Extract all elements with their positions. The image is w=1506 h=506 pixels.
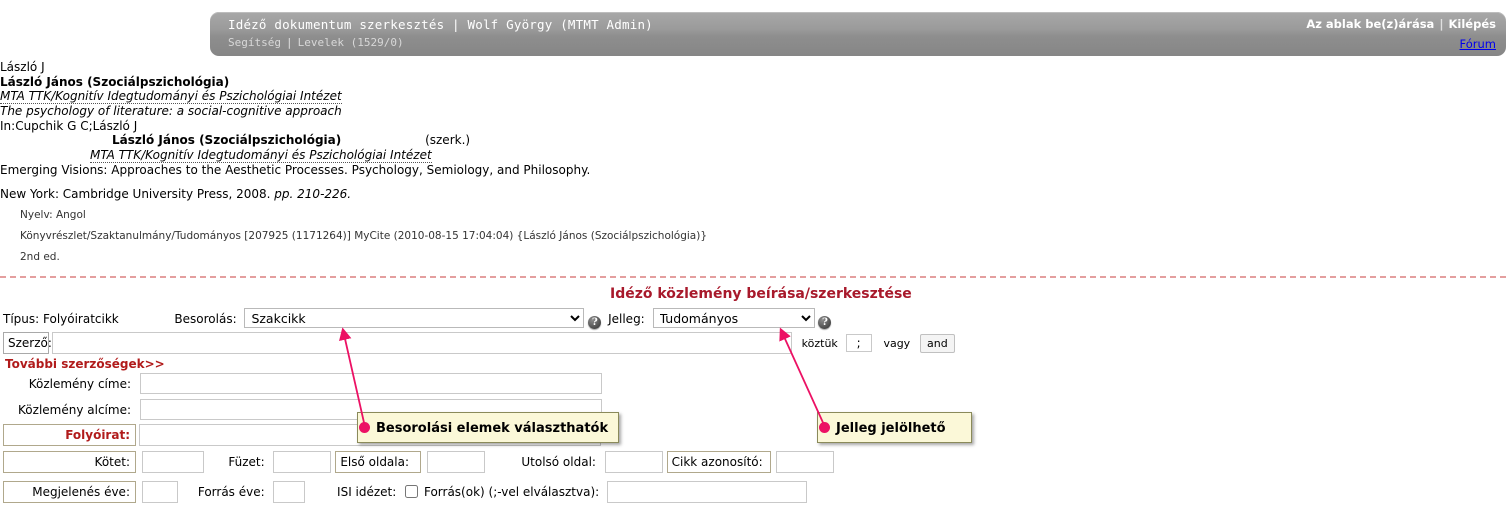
besorolas-label: Besorolás: — [174, 312, 237, 326]
utolso-oldal-input[interactable] — [604, 451, 663, 473]
callout-anchor-dot-jelleg — [819, 422, 830, 433]
close-window-link[interactable]: Az ablak be(z)árása — [1306, 17, 1434, 31]
header-account-actions: Az ablak be(z)árása | Kilépés — [1306, 17, 1496, 31]
megjelenes-eve-input[interactable] — [141, 481, 178, 503]
forum-link-wrap: Fórum — [1460, 37, 1496, 51]
folyoirat-label: Folyóirat: — [3, 424, 136, 446]
citation-in-authors: In:Cupchik G C;László J — [0, 118, 138, 133]
citation-editor-affiliation: MTA TTK/Kognitív Idegtudományi és Pszich… — [90, 147, 432, 163]
kozlemeny-cime-input[interactable] — [139, 373, 602, 394]
kozlemeny-cime-label: Közlemény címe: — [28, 376, 131, 391]
citation-editor-role: (szerk.) — [425, 133, 471, 148]
citation-affiliation: MTA TTK/Kognitív Idegtudományi és Pszich… — [0, 89, 342, 105]
forras-eve-label: Forrás éve: — [197, 485, 265, 499]
citation-title: The psychology of literature: a social-c… — [0, 104, 342, 119]
citation-author-short: László J — [0, 60, 45, 74]
messages-link[interactable]: Levelek (1529/0) — [298, 36, 404, 49]
koztuk-label: köztük — [801, 337, 838, 350]
isi-idezet-checkbox[interactable] — [405, 485, 419, 498]
callout-anchor-dot-besorolas — [359, 422, 370, 433]
forras-eve-input[interactable] — [273, 481, 306, 503]
vagy-label: vagy — [883, 337, 911, 350]
citation-edition: 2nd ed. — [20, 251, 60, 264]
kotet-input[interactable] — [141, 451, 204, 473]
besorolas-select[interactable]: Szakcikk — [244, 308, 585, 328]
citation-metadata: Könyvrészlet/Szaktanulmány/Tudományos [2… — [20, 230, 708, 243]
citation-record: László J László János (Szociálpszichológ… — [0, 60, 900, 268]
callout-besorolas: Besorolási elemek választhatók — [357, 412, 619, 443]
help-link[interactable]: Segítség — [228, 36, 281, 49]
citation-editor-name: László János (Szociálpszichológia) — [112, 133, 342, 148]
utolso-oldal-label: Utolsó oldal: — [521, 455, 596, 469]
elso-oldala-input[interactable] — [427, 451, 486, 473]
section-divider — [0, 276, 1506, 278]
cikk-azonosito-input[interactable] — [776, 451, 835, 473]
fuzet-label: Füzet: — [228, 455, 265, 469]
isi-idezet-label: ISI idézet: — [337, 485, 397, 499]
citation-book-title: Emerging Visions: Approaches to the Aest… — [0, 162, 591, 177]
elso-oldala-label: Első oldala: — [335, 451, 422, 473]
kozlemeny-alcime-label: Közlemény alcíme: — [18, 402, 131, 417]
callout-jelleg: Jelleg jelölhető — [817, 412, 972, 443]
and-button[interactable]: and — [920, 334, 955, 353]
header-separator-2: | — [1439, 17, 1444, 31]
citation-author-full: László János (Szociálpszichológia) — [0, 74, 230, 89]
cikk-azonosito-label: Cikk azonosító: — [666, 451, 771, 473]
besorolas-help-icon[interactable]: ? — [588, 316, 602, 329]
header-secondary-nav: Segítség | Levelek (1529/0) — [228, 36, 404, 49]
forrasok-label: Forrás(ok) (;-vel elválasztva): — [423, 485, 600, 499]
megjelenes-eve-label: Megjelenés éve: — [3, 481, 136, 503]
citation-pages: pp. 210-226. — [274, 186, 352, 201]
fuzet-input[interactable] — [273, 451, 332, 473]
forrasok-input[interactable] — [607, 481, 808, 503]
citation-language-label: Nyelv: — [20, 209, 53, 222]
form-section-title: Idéző közlemény beírása/szerkesztése — [610, 286, 912, 302]
kotet-label: Kötet: — [3, 451, 136, 473]
citation-publisher: New York: Cambridge University Press, 20… — [0, 186, 271, 201]
further-authorships-link[interactable]: További szerzőségek>> — [5, 357, 165, 371]
logout-link[interactable]: Kilépés — [1449, 17, 1496, 31]
koztuk-separator-input[interactable] — [845, 334, 872, 352]
header-separator-1: | — [285, 36, 293, 49]
jelleg-select[interactable]: Tudományos — [652, 308, 815, 328]
app-title: Idéző dokumentum szerkesztés | Wolf Györ… — [228, 17, 653, 32]
type-label: Típus: Folyóiratcikk — [3, 312, 119, 326]
app-header-bar: Idéző dokumentum szerkesztés | Wolf Györ… — [210, 12, 1506, 56]
jelleg-help-icon[interactable]: ? — [818, 316, 832, 329]
forum-link[interactable]: Fórum — [1460, 37, 1496, 51]
jelleg-label: Jelleg: — [608, 312, 645, 326]
szerzo-label: Szerző: — [3, 332, 52, 354]
citation-language-value: Angol — [55, 209, 86, 222]
szerzo-input[interactable] — [51, 332, 792, 354]
